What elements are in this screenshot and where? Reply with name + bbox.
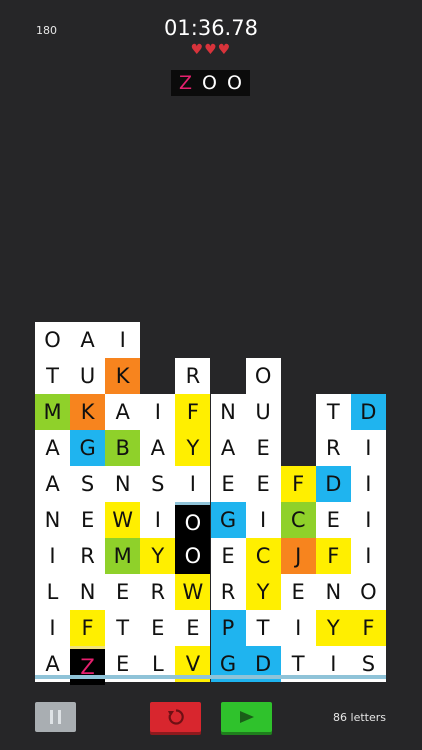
current-word-letter: Z <box>179 72 193 94</box>
letter-tile[interactable]: I <box>350 430 386 466</box>
letter-tile[interactable]: E <box>210 538 246 574</box>
letter-tile[interactable]: P <box>210 610 246 646</box>
letter-tile[interactable]: W <box>105 502 141 538</box>
play-icon <box>239 711 254 723</box>
letter-tile[interactable]: O <box>175 538 211 574</box>
letter-tile[interactable]: A <box>140 430 176 466</box>
letter-tile[interactable]: D <box>315 466 351 502</box>
letter-tile[interactable]: E <box>280 574 316 610</box>
letter-tile[interactable]: M <box>105 538 141 574</box>
letter-tile[interactable]: R <box>315 430 351 466</box>
letter-tile[interactable]: F <box>70 610 106 646</box>
letter-tile[interactable]: A <box>35 466 70 502</box>
letter-tile[interactable]: E <box>245 466 281 502</box>
letter-tile[interactable]: R <box>175 358 211 394</box>
pause-icon <box>50 710 53 724</box>
letter-tile[interactable]: T <box>315 394 351 430</box>
letter-tile[interactable]: E <box>210 466 246 502</box>
submit-word-button[interactable] <box>221 702 272 732</box>
lives-hearts-icon: ♥♥♥ <box>190 42 232 58</box>
letter-tile[interactable]: R <box>210 574 246 610</box>
letter-tile[interactable]: Y <box>175 430 211 466</box>
letter-tile[interactable]: I <box>350 502 386 538</box>
letter-tile[interactable]: G <box>210 502 246 538</box>
letter-tile[interactable]: C <box>245 538 281 574</box>
letter-tile[interactable]: C <box>280 502 316 538</box>
letter-tile[interactable]: F <box>280 466 316 502</box>
board-floor <box>35 675 386 679</box>
letter-tile[interactable]: R <box>140 574 176 610</box>
refresh-icon <box>167 709 184 725</box>
letter-tile[interactable]: F <box>175 394 211 430</box>
letter-tile[interactable]: N <box>210 394 246 430</box>
letter-tile[interactable]: G <box>70 430 106 466</box>
letter-tile[interactable]: N <box>35 502 70 538</box>
current-word-display: Z O O <box>171 70 250 96</box>
letter-tile[interactable]: U <box>70 358 106 394</box>
letter-tile[interactable]: J <box>280 538 316 574</box>
reset-word-button[interactable] <box>150 702 201 732</box>
letter-tile[interactable]: K <box>105 358 141 394</box>
letter-tile[interactable]: F <box>350 610 386 646</box>
letter-tile[interactable]: E <box>175 610 211 646</box>
letter-tile[interactable]: S <box>140 466 176 502</box>
letter-tile[interactable]: A <box>105 394 141 430</box>
letter-tile[interactable]: E <box>245 430 281 466</box>
pause-button[interactable] <box>35 702 76 732</box>
letter-board: OAITUKROMKAIFNUTDAGBAYAERIASNSIEEFDINEWI… <box>0 0 422 750</box>
letter-tile[interactable]: E <box>70 502 106 538</box>
letter-tile[interactable]: K <box>70 394 106 430</box>
letter-tile[interactable]: E <box>105 574 141 610</box>
letter-tile[interactable]: I <box>140 502 176 538</box>
timer-display: 01:36.78 <box>164 16 258 40</box>
letter-tile[interactable]: I <box>175 466 211 502</box>
letter-tile[interactable]: T <box>105 610 141 646</box>
letter-tile[interactable]: B <box>105 430 141 466</box>
letter-tile[interactable]: S <box>70 466 106 502</box>
letter-tile[interactable]: E <box>140 610 176 646</box>
letter-tile[interactable]: I <box>140 394 176 430</box>
letter-tile[interactable]: I <box>245 502 281 538</box>
letter-tile[interactable]: Z <box>70 646 106 685</box>
current-word-letter: O <box>227 72 242 94</box>
letter-tile[interactable]: R <box>70 538 106 574</box>
letter-tile[interactable]: Y <box>140 538 176 574</box>
letter-tile[interactable]: M <box>35 394 70 430</box>
letter-tile[interactable]: N <box>315 574 351 610</box>
letter-tile[interactable]: I <box>35 538 70 574</box>
letter-tile[interactable]: Y <box>245 574 281 610</box>
current-word-letter: O <box>202 72 217 94</box>
letter-tile[interactable]: I <box>105 322 141 358</box>
letter-tile[interactable]: O <box>175 502 211 541</box>
letters-count: 86 letters <box>333 711 386 724</box>
pause-icon <box>58 710 61 724</box>
letter-tile[interactable]: W <box>175 574 211 610</box>
letter-tile[interactable]: N <box>105 466 141 502</box>
letter-tile[interactable]: I <box>35 610 70 646</box>
letter-tile[interactable]: F <box>315 538 351 574</box>
letter-tile[interactable]: T <box>245 610 281 646</box>
letter-tile[interactable]: O <box>350 574 386 610</box>
letter-tile[interactable]: U <box>245 394 281 430</box>
letter-tile[interactable]: I <box>350 466 386 502</box>
letter-tile[interactable]: Y <box>315 610 351 646</box>
letter-tile[interactable]: N <box>70 574 106 610</box>
letter-tile[interactable]: I <box>280 610 316 646</box>
letter-tile[interactable]: L <box>35 574 70 610</box>
letter-tile[interactable]: E <box>315 502 351 538</box>
letter-tile[interactable]: A <box>70 322 106 358</box>
letter-tile[interactable]: O <box>245 358 281 394</box>
letter-tile[interactable]: O <box>35 322 70 358</box>
letter-tile[interactable]: A <box>210 430 246 466</box>
letter-tile[interactable]: D <box>350 394 386 430</box>
letter-tile[interactable]: A <box>35 430 70 466</box>
letter-tile[interactable]: T <box>35 358 70 394</box>
letter-tile[interactable]: I <box>350 538 386 574</box>
